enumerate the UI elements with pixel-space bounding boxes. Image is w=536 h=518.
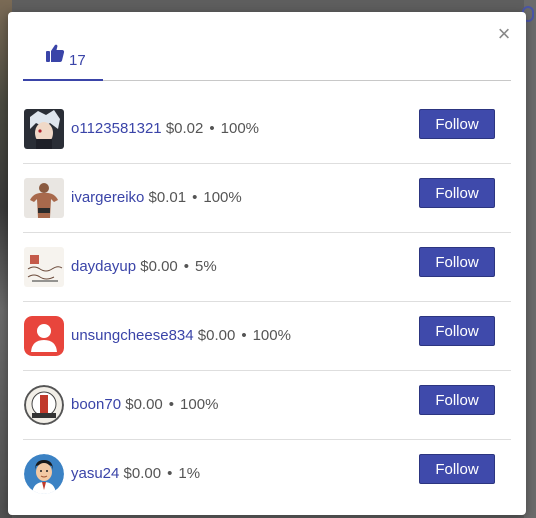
voter-row: daydayup $0.00 • 5% Follow — [23, 233, 511, 302]
separator-dot: • — [167, 465, 173, 482]
voters-modal: × 17 o1123581321 $0.02 • 100% Follow iva… — [8, 12, 526, 515]
separator-dot: • — [192, 189, 198, 206]
voter-username[interactable]: unsungcheese834 — [71, 327, 194, 344]
badge-logo-avatar[interactable] — [24, 385, 64, 425]
voter-info: unsungcheese834 $0.00 • 100% — [71, 327, 291, 344]
voter-username[interactable]: yasu24 — [71, 465, 119, 482]
voter-amount: $0.00 — [125, 396, 163, 413]
follow-button[interactable]: Follow — [419, 247, 495, 277]
follow-button[interactable]: Follow — [419, 109, 495, 139]
voter-percent: 100% — [220, 120, 260, 137]
thumbs-up-icon — [46, 44, 65, 62]
voter-row: ivargereiko $0.01 • 100% Follow — [23, 164, 511, 233]
follow-button[interactable]: Follow — [419, 178, 495, 208]
voter-amount: $0.02 — [165, 120, 204, 137]
separator-dot: • — [183, 258, 190, 275]
voter-info: o1123581321 $0.02 • 100% — [71, 120, 259, 137]
tabs-bar: 17 — [23, 40, 511, 81]
voter-amount: $0.01 — [148, 189, 187, 206]
anime-character-avatar[interactable] — [24, 109, 64, 149]
separator-dot: • — [168, 396, 175, 413]
voter-username[interactable]: daydayup — [71, 258, 136, 275]
voter-info: ivargereiko $0.01 • 100% — [71, 189, 242, 206]
voter-row: unsungcheese834 $0.00 • 100% Follow — [23, 302, 511, 371]
voter-percent: 100% — [180, 396, 219, 413]
cartoon-man-avatar[interactable] — [24, 454, 64, 494]
follow-button[interactable]: Follow — [419, 316, 495, 346]
voter-info: daydayup $0.00 • 5% — [71, 258, 217, 275]
bodybuilder-photo-avatar[interactable] — [24, 178, 64, 218]
voter-info: boon70 $0.00 • 100% — [71, 396, 218, 413]
voter-row: o1123581321 $0.02 • 100% Follow — [23, 95, 511, 164]
voter-username[interactable]: boon70 — [71, 396, 121, 413]
tab-likes[interactable]: 17 — [23, 40, 103, 81]
follow-button[interactable]: Follow — [419, 385, 495, 415]
voter-amount: $0.00 — [123, 465, 162, 482]
handwritten-note-avatar[interactable] — [24, 247, 64, 287]
voter-amount: $0.00 — [140, 258, 178, 275]
voter-row: yasu24 $0.00 • 1% Follow — [23, 440, 511, 508]
follow-button[interactable]: Follow — [419, 454, 495, 484]
voter-percent: 5% — [195, 258, 217, 275]
voter-info: yasu24 $0.00 • 1% — [71, 465, 200, 482]
voters-list: o1123581321 $0.02 • 100% Follow ivargereik… — [23, 95, 511, 508]
separator-dot: • — [241, 327, 247, 344]
default-user-avatar[interactable] — [24, 316, 64, 356]
voter-amount: $0.00 — [197, 327, 236, 344]
voter-percent: 100% — [203, 189, 242, 206]
voter-percent: 1% — [178, 465, 201, 482]
separator-dot: • — [209, 120, 215, 137]
likes-count: 17 — [69, 52, 86, 69]
voter-username[interactable]: o1123581321 — [71, 120, 162, 137]
voter-percent: 100% — [252, 327, 291, 344]
voter-username[interactable]: ivargereiko — [71, 189, 144, 206]
voter-row: boon70 $0.00 • 100% Follow — [23, 371, 511, 440]
